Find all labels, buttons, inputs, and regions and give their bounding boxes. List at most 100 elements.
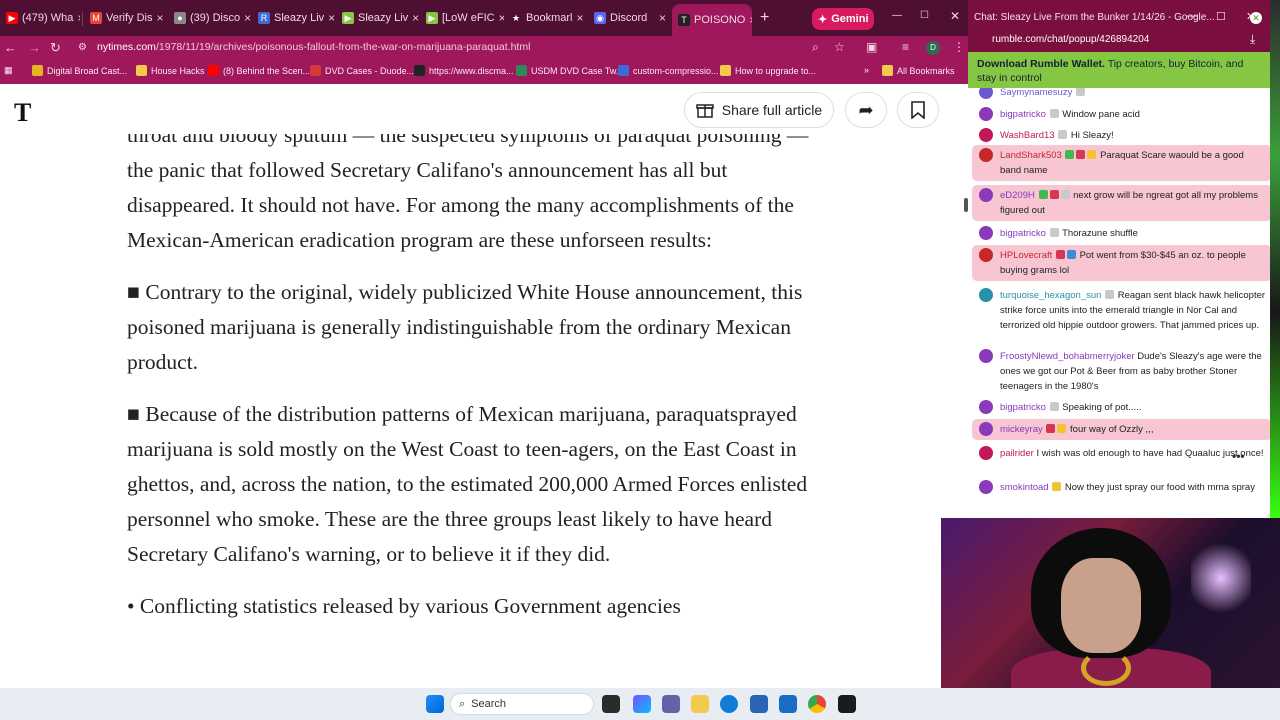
tab-3[interactable]: ● (39) Disco × [168,6,252,30]
share-arrow-icon[interactable]: ➦ [845,92,887,128]
bookmark-item[interactable]: House Hacks [136,65,205,76]
windows-start-icon[interactable] [426,695,444,713]
chat-url[interactable]: rumble.com/chat/popup/426894204 [992,34,1149,45]
avatar[interactable] [979,128,993,142]
tab-2[interactable]: M Verify Dis × [84,6,168,30]
tab-active-poisono[interactable]: T POISONO × [672,4,752,36]
gemini-button[interactable]: ✦ Gemini [812,8,874,30]
close-icon[interactable]: × [156,11,163,25]
bookmark-item[interactable]: (8) Behind the Scen... [208,65,310,76]
user-badge-icon [1049,402,1059,411]
avatar[interactable] [979,188,993,202]
chat-username[interactable]: Saymynamesuzy [1000,88,1072,98]
close-icon[interactable]: × [77,11,80,25]
bookmark-star-icon[interactable]: ☆ [834,40,845,54]
avatar[interactable] [979,248,993,262]
chat-username[interactable]: pailrider [1000,448,1034,459]
app-icon[interactable] [838,695,856,713]
minimize-button[interactable]: — [1186,10,1197,22]
avatar[interactable] [979,88,993,99]
url-field[interactable]: nytimes.com/1978/11/19/archives/poisonou… [97,41,530,53]
file-explorer-icon[interactable] [691,695,709,713]
webcam-overlay [941,518,1280,690]
chevron-right-icon[interactable]: » [864,65,869,75]
bookmark-item[interactable]: https://www.discma... [414,65,514,76]
chat-username[interactable]: bigpatricko [1000,228,1046,239]
chat-username[interactable]: mickeyray [1000,424,1043,435]
chat-username[interactable]: bigpatricko [1000,109,1046,120]
close-icon[interactable]: × [244,11,251,25]
avatar[interactable] [979,349,993,363]
bookmark-icon[interactable] [897,92,939,128]
reload-icon[interactable]: ↻ [50,40,61,56]
bookmark-item[interactable]: custom-compressio... [618,65,719,76]
back-arrow-icon[interactable]: ← [4,40,17,55]
chat-text: I wish was old enough to have had Quaalu… [1036,448,1264,459]
bookmark-item[interactable]: Digital Broad Cast... [32,65,127,76]
avatar[interactable] [979,422,993,436]
tab-label: POISONO [694,14,746,26]
tab-7[interactable]: ★ Bookmarl × [504,6,588,30]
close-icon[interactable]: × [576,11,583,25]
avatar[interactable] [979,226,993,240]
apps-grid-icon[interactable]: ▦ [4,65,13,76]
wallet-banner[interactable]: Download Rumble Wallet. Tip creators, bu… [968,52,1280,88]
menu-kebab-icon[interactable]: ⋮ [953,40,965,54]
tab-1[interactable]: ▶ (479) Wha × [0,6,80,30]
close-icon[interactable]: × [659,11,666,25]
all-bookmarks[interactable]: All Bookmarks [882,65,955,76]
bookmark-item[interactable]: DVD Cases - Duode... [310,65,414,76]
close-icon[interactable]: × [328,11,335,25]
new-tab-button[interactable]: + [754,6,774,30]
tab-8[interactable]: ◉ Discord × [588,6,672,30]
taskbar-search[interactable]: ⌕ Search [450,693,594,715]
user-badge-icon [1075,88,1085,96]
minimize-button[interactable]: — [892,10,902,21]
close-icon[interactable]: × [749,13,752,27]
extensions-icon[interactable]: ▣ [866,40,877,54]
avatar[interactable] [979,446,993,460]
more-options-icon[interactable]: ••• [1232,449,1245,463]
teams-icon[interactable] [662,695,680,713]
profile-avatar[interactable]: D [926,41,940,55]
chat-username[interactable]: eD209H [1000,190,1035,201]
edge-icon[interactable] [720,695,738,713]
close-window-button[interactable]: ✕ [950,9,960,23]
chrome-icon[interactable] [808,695,826,713]
close-icon[interactable]: × [412,11,419,25]
forward-arrow-icon[interactable]: → [28,40,41,55]
chat-username[interactable]: bigpatricko [1000,402,1046,413]
tab-5[interactable]: ▶ Sleazy Liv × [336,6,420,30]
close-icon[interactable]: ✕ [1250,12,1262,24]
avatar[interactable] [979,148,993,162]
avatar[interactable] [979,480,993,494]
tab-4[interactable]: R Sleazy Liv × [252,6,336,30]
tab-6[interactable]: ▶ [LoW eFIC × [420,6,504,30]
zoom-icon[interactable]: ⌕ [812,40,819,55]
chat-text: Now they just spray our food with mrna s… [1064,482,1255,493]
chat-username[interactable]: turquoise_hexagon_sun [1000,290,1101,301]
chat-username[interactable]: FroostyNlewd_bohabmerryjoker [1000,351,1135,362]
avatar[interactable] [979,107,993,121]
nyt-logo[interactable]: T [14,98,31,128]
tab-search-icon[interactable]: ≡ [902,40,909,54]
store-icon[interactable] [750,695,768,713]
download-icon[interactable]: ⤓ [1250,32,1255,47]
share-article-button[interactable]: Share full article [684,92,834,128]
chat-username[interactable]: LandShark503 [1000,150,1062,161]
copilot-icon[interactable] [633,695,651,713]
github-icon: ● [174,12,186,24]
avatar[interactable] [979,288,993,302]
bookmark-item[interactable]: USDM DVD Case Tw... [516,65,623,76]
avatar[interactable] [979,400,993,414]
article-body: throat and bloody sputum — the suspected… [127,122,827,641]
chat-username[interactable]: WashBard13 [1000,130,1055,141]
maximize-button[interactable]: ☐ [1216,10,1226,23]
site-info-icon[interactable]: ⚙ [78,42,87,53]
maximize-button[interactable]: ☐ [920,10,929,21]
task-view-icon[interactable] [602,695,620,713]
outlook-icon[interactable] [779,695,797,713]
bookmark-item[interactable]: How to upgrade to... [720,65,816,76]
chat-username[interactable]: HPLovecraft [1000,250,1052,261]
chat-username[interactable]: smokintoad [1000,482,1049,493]
